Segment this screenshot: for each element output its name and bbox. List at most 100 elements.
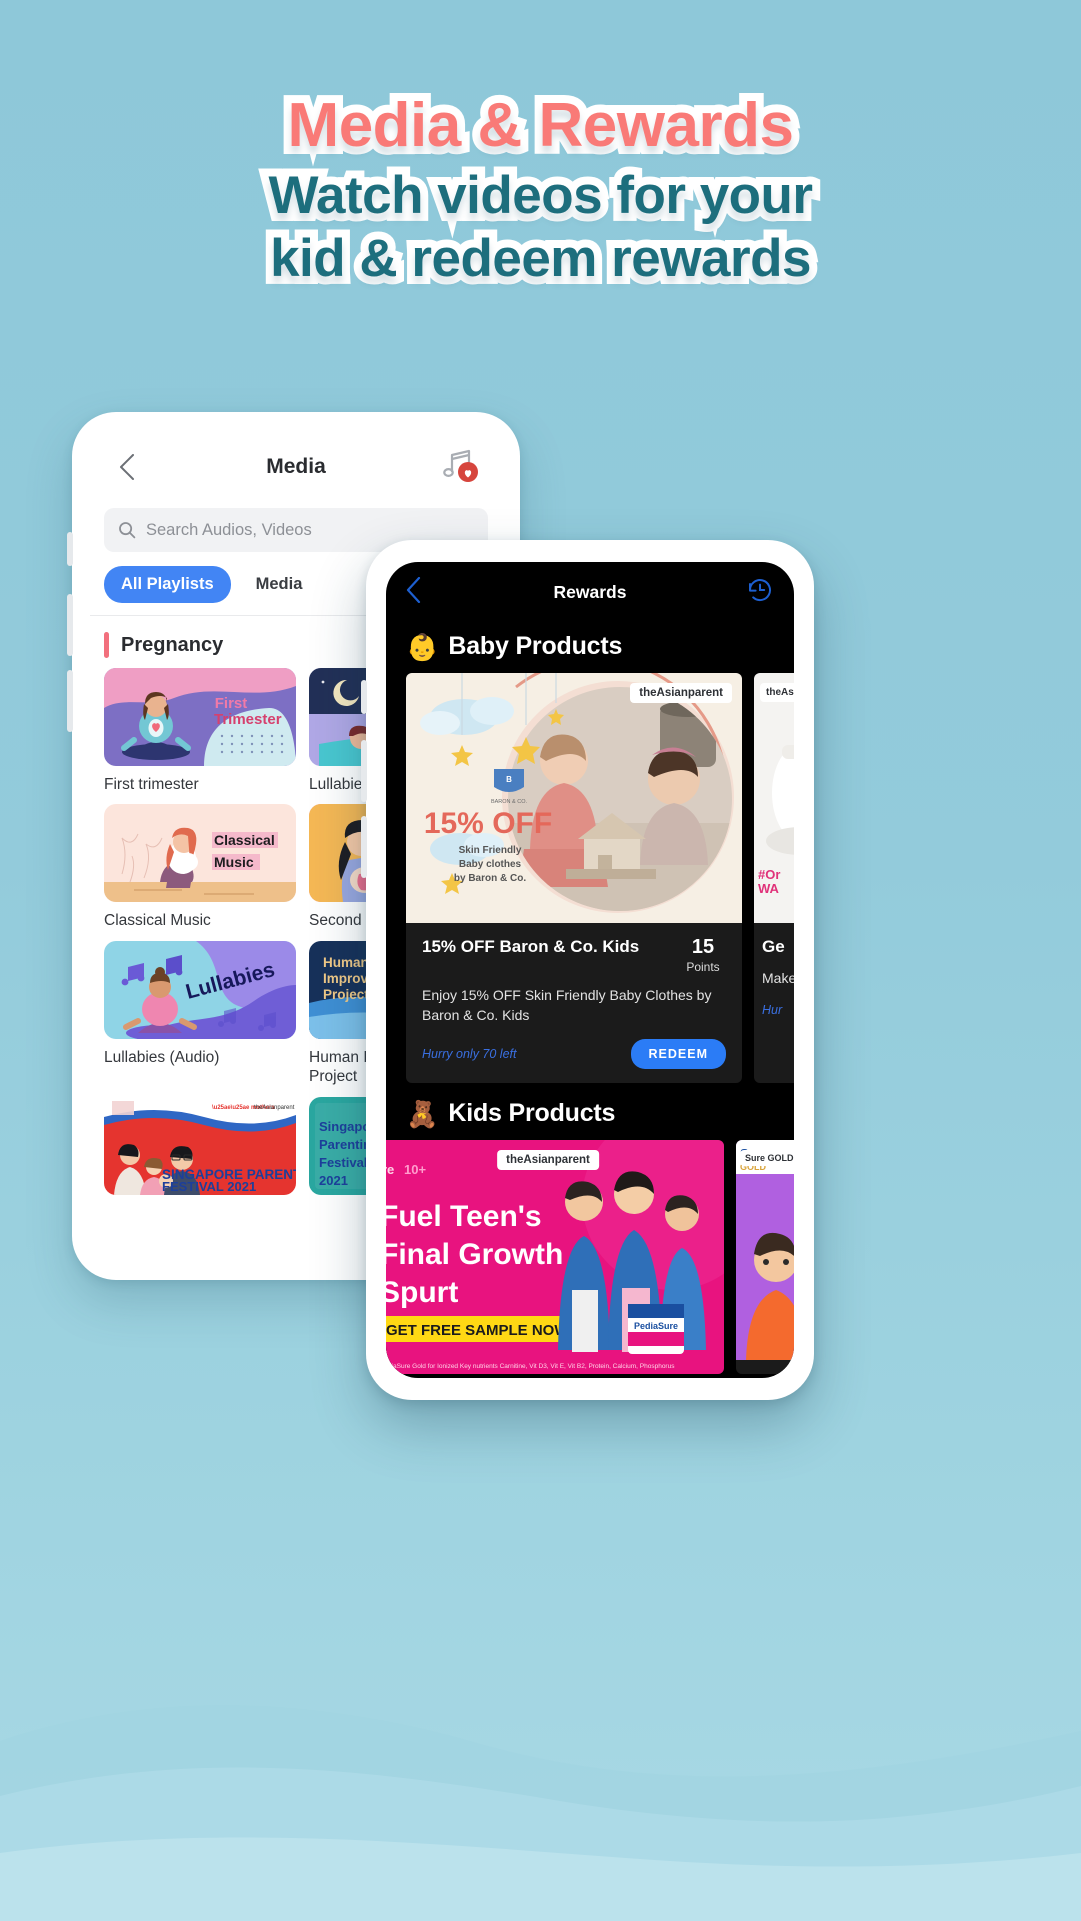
rewards-history-button[interactable] bbox=[746, 576, 774, 609]
reward-card-body: 15% OFF Baron & Co. Kids 15 Points Enjoy… bbox=[406, 923, 742, 1083]
playlist-card[interactable]: Lullabies Lullabies (Audio) bbox=[104, 940, 296, 1087]
phone-volume-up-button[interactable] bbox=[67, 594, 73, 656]
svg-text:Festival: Festival bbox=[319, 1155, 367, 1170]
kid-sure-gold-artwork: Sure GOLD bbox=[736, 1140, 794, 1361]
playlist-label: First trimester bbox=[104, 776, 199, 793]
headline-line-2: Watch videos for your bbox=[260, 161, 821, 230]
playlist-card[interactable]: Classical Music Classical Music bbox=[104, 804, 296, 930]
section-title-kids-products: Kids Products bbox=[448, 1099, 616, 1128]
reward-banner: Sure GOLD Sure GOLD bbox=[736, 1140, 794, 1361]
reward-stock-note: Hurry only 70 left bbox=[422, 1047, 517, 1062]
phone-volume-down-button-2[interactable] bbox=[361, 816, 367, 878]
brand-badge: theAsianparent bbox=[630, 683, 732, 703]
svg-text:Classical: Classical bbox=[214, 832, 275, 848]
baron-co-banner-artwork: B BARON & CO. 15% OFF Skin Friendly Baby… bbox=[406, 673, 742, 923]
reward-card[interactable]: #Or WA theAs Ge Make esse Hur bbox=[754, 673, 794, 1084]
svg-text:Music: Music bbox=[214, 854, 254, 870]
section-accent-bar bbox=[104, 632, 109, 658]
first-trimester-artwork: First Trimester bbox=[104, 668, 296, 766]
svg-text:by Baron & Co.: by Baron & Co. bbox=[454, 873, 526, 884]
section-baby-products: 👶 Baby Products bbox=[386, 622, 794, 673]
history-clock-icon bbox=[749, 578, 771, 601]
playlist-thumbnail: First Trimester bbox=[104, 668, 296, 766]
headline-block: Media & Rewards Watch videos for your ki… bbox=[0, 87, 1081, 294]
search-icon bbox=[119, 522, 136, 539]
playlist-card[interactable]: \u25ae\u25ae mothers theAsianparent SING… bbox=[104, 1096, 296, 1204]
reward-banner: re 10+ Fuel Teen's Final Growth Spurt GE… bbox=[386, 1140, 724, 1361]
reward-card[interactable]: B BARON & CO. 15% OFF Skin Friendly Baby… bbox=[406, 673, 742, 1084]
baby-products-row[interactable]: B BARON & CO. 15% OFF Skin Friendly Baby… bbox=[386, 673, 794, 1084]
reward-description: Enjoy 15% OFF Skin Friendly Baby Clothes… bbox=[422, 987, 712, 1023]
brand-badge: theAsianparent bbox=[497, 1150, 599, 1171]
svg-text:FESTIVAL 2021: FESTIVAL 2021 bbox=[162, 1179, 256, 1194]
lullabies-audio-artwork: Lullabies bbox=[104, 940, 296, 1039]
playlist-label: Lullabies (Audio) bbox=[104, 1048, 220, 1066]
reward-description: Make esse bbox=[762, 970, 794, 987]
singapore-festival-artwork: \u25ae\u25ae mothers theAsianparent SING… bbox=[104, 1096, 296, 1195]
brand-badge: Sure GOLD bbox=[740, 1150, 794, 1167]
rewards-phone-mockup: Rewards 👶 Baby Products B BARON & CO. 15… bbox=[361, 540, 814, 1400]
reward-banner: B BARON & CO. 15% OFF Skin Friendly Baby… bbox=[406, 673, 742, 923]
playlist-card[interactable]: First Trimester First trimester bbox=[104, 668, 296, 794]
reward-points: 15 Points bbox=[680, 937, 726, 974]
playlist-label: Classical Music bbox=[104, 912, 211, 930]
teddy-bear-emoji-icon: 🧸 bbox=[406, 1098, 439, 1129]
brand-badge: theAs bbox=[760, 683, 794, 702]
reward-stock-note: Hur bbox=[762, 1002, 783, 1017]
svg-text:Fuel Teen's: Fuel Teen's bbox=[386, 1200, 542, 1233]
phone-mute-button-2[interactable] bbox=[361, 680, 367, 714]
second-reward-banner-artwork: #Or WA bbox=[754, 673, 794, 923]
reward-banner: #Or WA theAs bbox=[754, 673, 794, 923]
svg-text:10+: 10+ bbox=[404, 1162, 426, 1177]
svg-text:Singapo: Singapo bbox=[319, 1119, 370, 1134]
back-button[interactable] bbox=[112, 452, 142, 482]
reward-points-label: Points bbox=[686, 960, 720, 974]
music-playlist-button[interactable] bbox=[438, 447, 480, 487]
reward-footnote: PediaSure Gold for Ionized Key nutrients… bbox=[386, 1363, 675, 1371]
tab-all-playlists[interactable]: All Playlists bbox=[104, 566, 231, 603]
headline-line-1: Media & Rewards bbox=[280, 87, 802, 165]
svg-text:First: First bbox=[215, 695, 248, 712]
phone-volume-up-button-2[interactable] bbox=[361, 740, 367, 802]
svg-text:BARON & CO.: BARON & CO. bbox=[491, 799, 528, 805]
svg-text:WA: WA bbox=[758, 881, 780, 896]
rewards-title: Rewards bbox=[553, 581, 627, 602]
playlist-thumbnail: Classical Music bbox=[104, 804, 296, 903]
svg-text:Spurt: Spurt bbox=[386, 1276, 458, 1309]
svg-text:Final Growth: Final Growth bbox=[386, 1238, 563, 1271]
headline-line-3: kid & redeem rewards bbox=[262, 224, 819, 293]
svg-text:re: re bbox=[386, 1162, 394, 1177]
music-note-heart-icon bbox=[443, 449, 478, 482]
svg-text:2021: 2021 bbox=[319, 1173, 348, 1188]
svg-text:Trimester: Trimester bbox=[214, 711, 282, 728]
svg-text:Parentin: Parentin bbox=[319, 1137, 371, 1152]
classical-music-artwork: Classical Music bbox=[104, 804, 296, 903]
svg-text:Human: Human bbox=[323, 955, 369, 970]
svg-text:#Or: #Or bbox=[758, 867, 780, 882]
background-wave bbox=[0, 1705, 1081, 1921]
reward-card-body: Ge Make esse Hur bbox=[754, 923, 794, 1031]
reward-card[interactable]: Sure GOLD Sure GOLD bbox=[736, 1140, 794, 1374]
tab-media[interactable]: Media bbox=[239, 566, 320, 603]
reward-card[interactable]: re 10+ Fuel Teen's Final Growth Spurt GE… bbox=[386, 1140, 724, 1374]
kids-products-row[interactable]: re 10+ Fuel Teen's Final Growth Spurt GE… bbox=[386, 1140, 794, 1374]
section-kids-products: 🧸 Kids Products bbox=[386, 1083, 794, 1140]
playlist-thumbnail: \u25ae\u25ae mothers theAsianparent SING… bbox=[104, 1096, 296, 1195]
section-title-baby-products: Baby Products bbox=[448, 632, 623, 660]
svg-text:B: B bbox=[506, 775, 512, 784]
reward-title: Ge bbox=[762, 937, 785, 956]
reward-footnote-strip: PediaSure Gold for Ionized Key nutrients… bbox=[386, 1360, 724, 1374]
pediasure-banner-artwork: re 10+ Fuel Teen's Final Growth Spurt GE… bbox=[386, 1140, 724, 1361]
rewards-navbar: Rewards bbox=[386, 562, 794, 622]
media-navbar: Media bbox=[90, 432, 502, 502]
playlist-thumbnail: Lullabies bbox=[104, 940, 296, 1039]
phone-volume-down-button[interactable] bbox=[67, 670, 73, 732]
chevron-left-icon bbox=[120, 454, 134, 480]
svg-text:15% OFF: 15% OFF bbox=[424, 807, 552, 840]
redeem-button[interactable]: REDEEM bbox=[630, 1039, 726, 1070]
phone-mute-button[interactable] bbox=[67, 532, 73, 566]
section-title: Pregnancy bbox=[121, 633, 224, 656]
reward-points-value: 15 bbox=[691, 936, 715, 958]
reward-title: 15% OFF Baron & Co. Kids bbox=[422, 937, 640, 956]
svg-text:Skin Friendly: Skin Friendly bbox=[459, 845, 522, 856]
